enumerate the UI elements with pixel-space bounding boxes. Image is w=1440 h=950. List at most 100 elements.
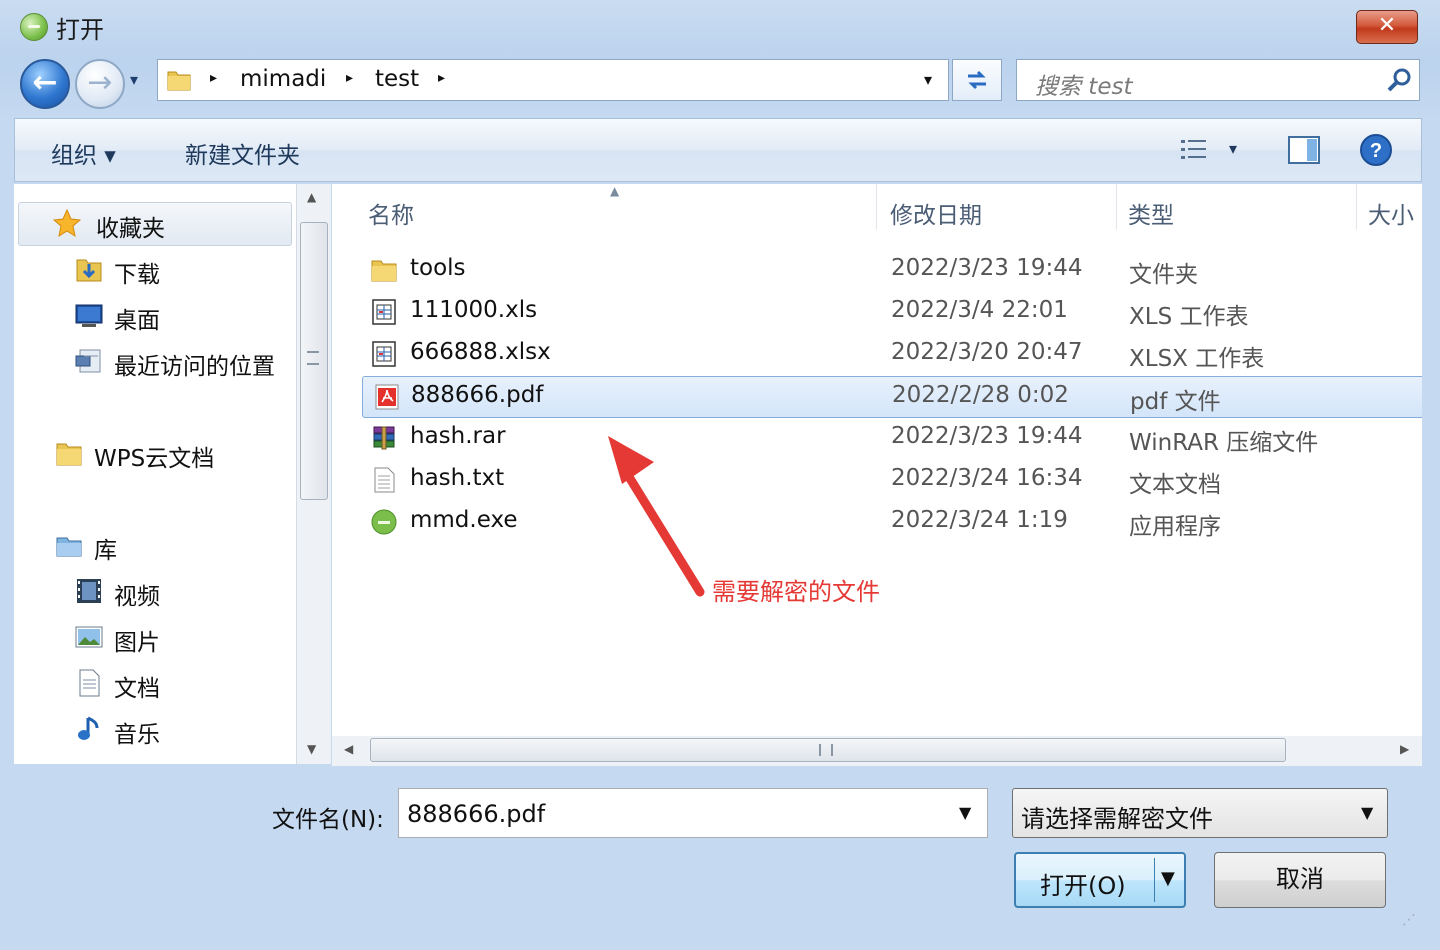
resize-grip-icon[interactable]: ⋰ (1402, 912, 1416, 928)
sidebar-item-label: 收藏夹 (96, 216, 165, 242)
file-row[interactable]: mmd.exe 2022/3/24 1:19 应用程序 (360, 502, 1422, 542)
chevron-down-icon[interactable]: ▼ (1361, 803, 1373, 822)
refresh-icon (968, 70, 986, 90)
column-header-type[interactable]: 类型 (1128, 196, 1174, 230)
file-row[interactable]: tools 2022/3/23 19:44 文件夹 (360, 250, 1422, 290)
search-icon[interactable] (1385, 66, 1413, 94)
desktop-icon (75, 304, 103, 327)
file-date: 2022/2/28 0:02 (892, 382, 1069, 408)
file-row[interactable]: hash.txt 2022/3/24 16:34 文本文档 (360, 460, 1422, 500)
back-button[interactable]: ← (20, 59, 70, 109)
breadcrumb-separator[interactable]: ▸ (438, 70, 445, 86)
file-list: ▲ 名称 修改日期 类型 大小 tools 2022/3/23 19:44 文件… (332, 184, 1422, 736)
music-icon (78, 716, 99, 740)
breadcrumb-test[interactable]: test (375, 66, 419, 92)
file-date: 2022/3/23 19:44 (891, 255, 1083, 281)
file-type: 应用程序 (1129, 514, 1221, 540)
scrollbar-thumb[interactable] (370, 738, 1286, 762)
sidebar-item-label: WPS云文档 (94, 446, 215, 472)
scroll-down-icon[interactable]: ▼ (307, 742, 316, 756)
spreadsheet-icon (372, 341, 396, 367)
filter-value: 请选择需解密文件 (1021, 805, 1213, 833)
grip-icon (307, 351, 319, 365)
scroll-right-icon[interactable]: ▶ (1400, 742, 1409, 756)
sidebar-item-label: 下载 (114, 262, 160, 288)
column-header-name[interactable]: 名称 (368, 196, 414, 230)
forward-button[interactable]: → (75, 59, 125, 109)
chevron-down-icon[interactable]: ▼ (959, 803, 971, 822)
column-header-size[interactable]: 大小 (1368, 196, 1414, 230)
file-row[interactable]: 111000.xls 2022/3/4 22:01 XLS 工作表 (360, 292, 1422, 332)
refresh-button[interactable] (952, 59, 1002, 101)
cancel-button[interactable]: 取消 (1214, 852, 1386, 908)
annotation-label: 需要解密的文件 (712, 578, 880, 606)
column-divider[interactable] (876, 184, 877, 230)
column-divider[interactable] (1356, 184, 1357, 230)
breadcrumb-separator[interactable]: ▸ (210, 70, 217, 86)
video-icon (77, 579, 101, 603)
filename-field[interactable]: 888666.pdf ▼ (398, 788, 988, 838)
file-name: 888666.pdf (411, 382, 544, 408)
scrollbar-thumb[interactable] (300, 222, 328, 500)
sidebar-item-label: 视频 (114, 584, 160, 610)
pdf-icon (375, 384, 399, 410)
command-bar: 组织 ▾ 新建文件夹 ▾ ? (14, 118, 1422, 182)
search-input[interactable]: 搜索 test (1035, 67, 1132, 101)
file-name: 666888.xlsx (410, 339, 551, 365)
open-options-dropdown[interactable]: ▼ (1161, 868, 1175, 889)
open-button-label: 打开(O) (1040, 872, 1126, 900)
file-name: tools (410, 255, 466, 281)
file-row[interactable]: 666888.xlsx 2022/3/20 20:47 XLSX 工作表 (360, 334, 1422, 374)
annotation-arrow-icon (608, 436, 705, 597)
view-list-icon[interactable] (1179, 137, 1209, 163)
sidebar-item-label: 音乐 (114, 722, 160, 748)
file-type: 文件夹 (1129, 262, 1198, 288)
file-name: hash.rar (410, 423, 506, 449)
open-button[interactable]: 打开(O) ▼ (1014, 852, 1186, 908)
search-box[interactable]: 搜索 test (1016, 59, 1420, 101)
file-date: 2022/3/24 1:19 (891, 507, 1068, 533)
horizontal-scrollbar[interactable]: ◀ ▶ (332, 736, 1422, 766)
file-date: 2022/3/4 22:01 (891, 297, 1068, 323)
file-row-selected[interactable]: 888666.pdf 2022/2/28 0:02 pdf 文件 (362, 376, 1422, 418)
file-type: pdf 文件 (1130, 389, 1221, 415)
file-date: 2022/3/20 20:47 (891, 339, 1083, 365)
file-type: 文本文档 (1129, 472, 1221, 498)
sidebar-item-label: 图片 (114, 630, 160, 656)
breadcrumb-separator[interactable]: ▸ (346, 70, 353, 86)
recent-pages-dropdown[interactable]: ▾ (130, 70, 138, 89)
help-icon[interactable]: ? (1359, 133, 1393, 167)
address-dropdown[interactable]: ▾ (924, 70, 932, 89)
filename-label: 文件名(N): (272, 807, 384, 833)
folder-icon (56, 443, 82, 466)
document-icon (79, 669, 100, 697)
file-row[interactable]: hash.rar 2022/3/23 19:44 WinRAR 压缩文件 (360, 418, 1422, 458)
file-type-filter[interactable]: 请选择需解密文件 ▼ (1012, 788, 1388, 838)
window-title: 打开 (56, 16, 104, 44)
file-type: XLS 工作表 (1129, 304, 1249, 330)
recent-places-icon (75, 349, 101, 373)
star-icon (52, 208, 82, 238)
scroll-up-icon[interactable]: ▲ (307, 190, 316, 204)
close-button[interactable]: ✕ (1356, 10, 1418, 44)
preview-pane-icon[interactable] (1287, 135, 1321, 165)
filename-value[interactable]: 888666.pdf (407, 800, 545, 828)
file-name: hash.txt (410, 465, 505, 491)
file-date: 2022/3/23 19:44 (891, 423, 1083, 449)
sort-ascending-icon: ▲ (610, 184, 620, 198)
column-header-modified[interactable]: 修改日期 (890, 196, 982, 230)
file-type: XLSX 工作表 (1129, 346, 1265, 372)
organize-menu[interactable]: 组织 ▾ (51, 136, 116, 170)
address-bar[interactable]: ▸ mimadi ▸ test ▸ ▾ (157, 59, 949, 101)
view-options-dropdown[interactable]: ▾ (1229, 139, 1237, 158)
scroll-left-icon[interactable]: ◀ (344, 742, 353, 756)
sidebar-item-label: 文档 (114, 676, 160, 702)
app-icon (20, 13, 48, 41)
new-folder-button[interactable]: 新建文件夹 (185, 136, 300, 170)
svg-text:?: ? (1370, 140, 1382, 162)
column-divider[interactable] (1116, 184, 1117, 230)
navigation-scrollbar[interactable]: ▲ ▼ (296, 184, 331, 764)
folder-icon (167, 71, 191, 91)
picture-icon (75, 626, 103, 648)
breadcrumb-mimadi[interactable]: mimadi (240, 66, 326, 92)
